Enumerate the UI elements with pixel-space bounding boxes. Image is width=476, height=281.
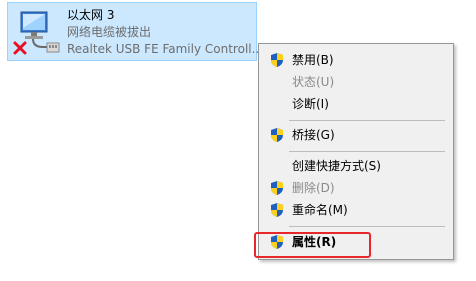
menu-separator [289,120,445,121]
menu-item-label: 诊断(I) [292,97,329,111]
menu-item-delete: 删除(D) [261,177,451,199]
menu-item-label: 状态(U) [292,75,335,89]
menu-item-rename[interactable]: 重命名(M) [261,199,451,221]
uac-shield-icon [271,53,283,67]
uac-shield-icon [271,203,283,217]
menu-item-status: 状态(U) [261,71,451,93]
menu-item-label: 删除(D) [292,181,335,195]
menu-item-label: 重命名(M) [292,203,348,217]
context-menu: 禁用(B) 状态(U) 诊断(I) 桥接(G) 创建快捷方式(S) 删除(D) … [258,43,454,260]
disconnected-x-icon [13,41,27,55]
annotation-highlight-box [254,232,371,258]
uac-shield-icon [271,128,283,142]
menu-item-diagnose[interactable]: 诊断(I) [261,93,451,115]
adapter-status: 网络电缆被拔出 [67,25,152,39]
network-adapter-ethernet-3[interactable]: 以太网 3 网络电缆被拔出 Realtek USB FE Family Cont… [7,2,263,61]
adapter-device: Realtek USB FE Family Controll... [67,42,264,56]
menu-separator [289,226,445,227]
menu-item-label: 桥接(G) [292,128,335,142]
menu-item-disable[interactable]: 禁用(B) [261,49,451,71]
desktop-canvas: 以太网 3 网络电缆被拔出 Realtek USB FE Family Cont… [0,0,476,281]
menu-item-label: 禁用(B) [292,53,334,67]
menu-separator [289,151,445,152]
menu-item-create-shortcut[interactable]: 创建快捷方式(S) [261,155,451,177]
adapter-name: 以太网 3 [67,8,115,22]
menu-item-bridge[interactable]: 桥接(G) [261,124,451,146]
network-adapter-icon [13,11,65,59]
menu-item-label: 创建快捷方式(S) [292,159,381,173]
uac-shield-icon [271,181,283,195]
